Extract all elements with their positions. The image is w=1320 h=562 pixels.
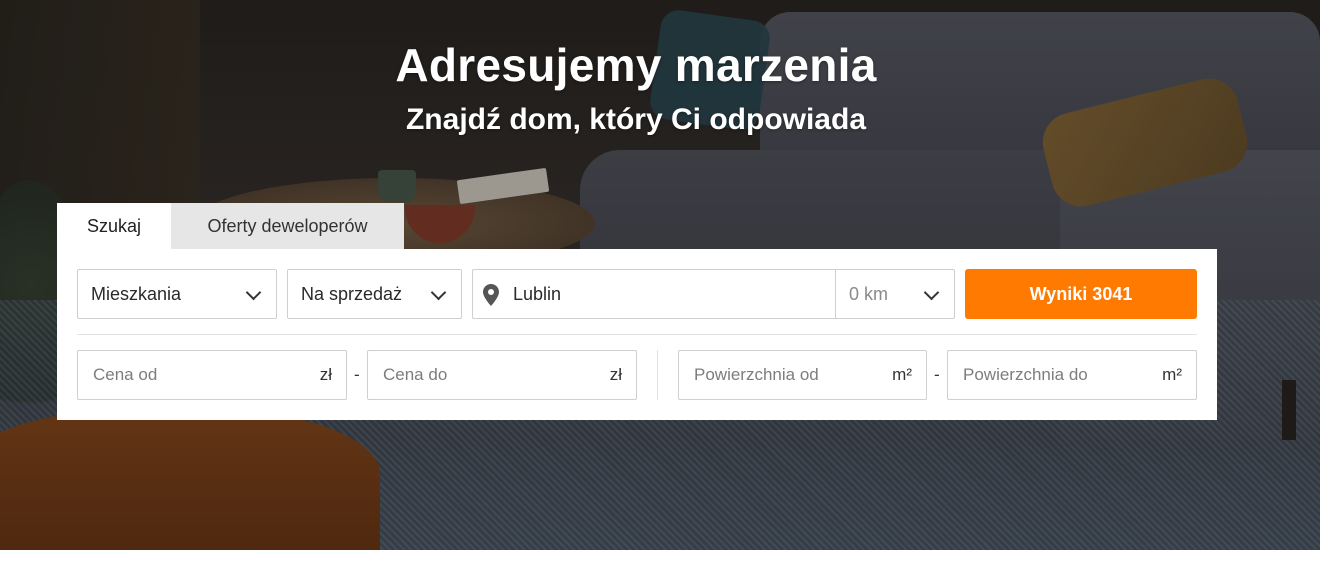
location-divider	[835, 270, 836, 318]
price-from-unit: zł	[319, 365, 332, 384]
radius-value: 0 km	[849, 283, 889, 304]
property-type-value: Mieszkania	[91, 283, 182, 304]
area-to-unit: m²	[1162, 365, 1182, 384]
tab-developer-offers[interactable]: Oferty deweloperów	[171, 203, 404, 249]
area-from-unit: m²	[892, 365, 912, 384]
hero-title: Adresujemy marzenia	[395, 39, 877, 91]
tab-search[interactable]: Szukaj	[57, 203, 171, 249]
price-from-field[interactable]: zł	[77, 350, 347, 400]
area-range-separator: -	[934, 365, 940, 384]
transaction-type-select[interactable]: Na sprzedaż	[287, 269, 462, 319]
area-to-input[interactable]	[948, 352, 1163, 398]
search-tabs: Szukaj Oferty deweloperów	[57, 203, 404, 249]
area-to-field[interactable]: m²	[947, 350, 1197, 400]
chevron-down-icon	[431, 287, 445, 301]
results-button[interactable]: Wyniki 3041	[965, 269, 1197, 319]
area-from-input[interactable]	[679, 352, 893, 398]
price-to-unit: zł	[609, 365, 622, 384]
price-to-field[interactable]: zł	[367, 350, 637, 400]
location-value: Lublin	[513, 283, 562, 304]
chevron-down-icon	[924, 287, 938, 301]
location-pin-icon	[483, 284, 499, 306]
location-field[interactable]: Lublin 0 km	[472, 269, 955, 319]
property-type-select[interactable]: Mieszkania	[77, 269, 277, 319]
radius-select[interactable]: 0 km	[849, 270, 888, 318]
price-to-input[interactable]	[368, 352, 610, 398]
price-from-input[interactable]	[78, 352, 320, 398]
filter-divider	[657, 350, 658, 400]
chevron-down-icon	[246, 287, 260, 301]
search-panel: Mieszkania Na sprzedaż Lublin 0 km Wynik…	[57, 249, 1217, 420]
transaction-type-value: Na sprzedaż	[301, 283, 403, 304]
hero-banner: Adresujemy marzenia Znajdź dom, który Ci…	[0, 0, 1320, 550]
hero-subtitle: Znajdź dom, który Ci odpowiada	[405, 103, 867, 136]
row-divider	[77, 334, 1197, 335]
area-from-field[interactable]: m²	[678, 350, 927, 400]
price-range-separator: -	[354, 365, 360, 384]
